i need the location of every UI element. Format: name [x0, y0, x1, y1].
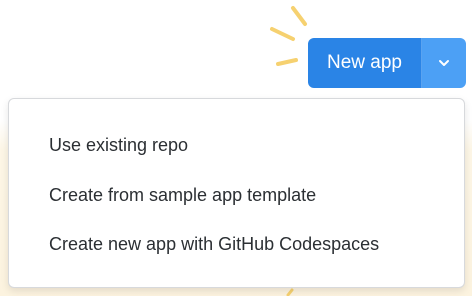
new-app-dropdown-toggle[interactable]	[422, 38, 466, 88]
menu-item-create-with-codespaces[interactable]: Create new app with GitHub Codespaces	[49, 229, 379, 259]
new-app-dropdown-menu: Use existing repo Create from sample app…	[8, 98, 465, 288]
new-app-button-group: New app	[308, 38, 466, 88]
new-app-button[interactable]: New app	[308, 38, 421, 88]
menu-item-create-from-template[interactable]: Create from sample app template	[49, 180, 316, 210]
decorative-dash	[286, 288, 294, 296]
chevron-down-icon	[439, 60, 449, 66]
menu-item-use-existing-repo[interactable]: Use existing repo	[49, 130, 188, 160]
